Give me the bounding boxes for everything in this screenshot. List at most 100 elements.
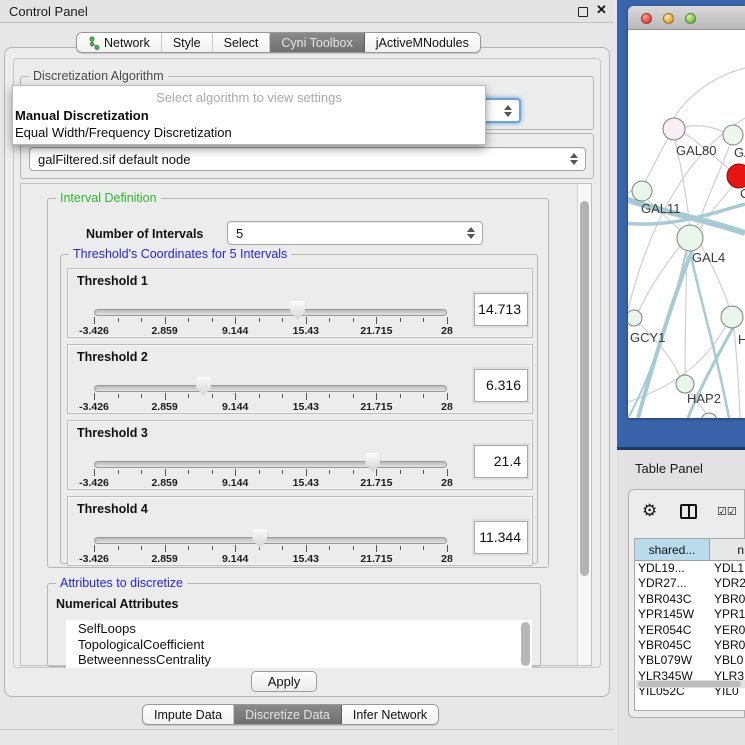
attributes-group-title: Attributes to discretize <box>56 576 187 590</box>
list-item[interactable]: TopologicalCoefficient <box>66 636 532 652</box>
gear-icon[interactable]: ⚙ <box>642 502 657 519</box>
number-of-intervals-label: Number of Intervals <box>86 227 203 241</box>
node-h[interactable] <box>721 306 743 328</box>
tab-network[interactable]: Network <box>77 33 162 52</box>
table-header-row: shared... n <box>635 539 745 561</box>
threshold-value-field[interactable]: 11.344 <box>474 521 528 554</box>
node-label: H <box>738 332 745 347</box>
tab-impute-data[interactable]: Impute Data <box>143 705 234 724</box>
dropdown-option-equal-width[interactable]: Equal Width/Frequency Discretization <box>13 124 485 141</box>
interval-definition-group: Interval Definition Number of Intervals … <box>47 198 549 568</box>
slider-track[interactable] <box>94 309 447 316</box>
discretization-algorithm-group-title: Discretization Algorithm <box>29 69 168 83</box>
node-label: GA <box>734 145 745 160</box>
combo-stepper-icon <box>504 105 512 117</box>
node-label: C <box>740 186 745 201</box>
apply-button[interactable]: Apply <box>251 671 317 692</box>
node-attribute-table: shared... n YDL19... YDL1 YDR27... YDR2 … <box>634 538 745 711</box>
settings-scrollpane: Interval Definition Number of Intervals … <box>20 183 592 666</box>
table-row[interactable]: YBR043C YBR0 <box>635 592 745 607</box>
combo-stepper-icon <box>467 227 475 239</box>
list-item[interactable]: BetweennessCentrality <box>66 651 532 667</box>
node-partial-top[interactable] <box>723 125 743 145</box>
threshold-slider[interactable]: -3.426 2.859 9.144 15.43 21.715 28 <box>94 421 447 491</box>
node-gcy1[interactable] <box>628 310 642 326</box>
thresholds-group-title: Threshold's Coordinates for 5 Intervals <box>69 247 291 261</box>
table-data-combobox[interactable]: galFiltered.sif default node <box>29 147 586 171</box>
threshold-panel: Threshold 2 -3.426 2.859 9.144 15.43 21.… <box>67 344 533 414</box>
thresholds-group: Threshold's Coordinates for 5 Intervals … <box>60 254 538 564</box>
split-columns-icon[interactable] <box>680 504 697 519</box>
close-traffic-light-icon[interactable] <box>641 13 652 24</box>
node-gal11[interactable] <box>632 181 652 201</box>
table-row[interactable]: YBL079W YBL0 <box>635 653 745 668</box>
network-view-window: GAL80 GA C GAL11 GAL4 GCY1 H HAP2 <box>628 6 745 418</box>
interval-definition-title: Interval Definition <box>56 191 161 205</box>
table-row[interactable]: YDR27... YDR2 <box>635 576 745 591</box>
node-gal80[interactable] <box>663 118 685 140</box>
tab-discretize-data[interactable]: Discretize Data <box>234 705 342 724</box>
zoom-traffic-light-icon[interactable] <box>685 13 696 24</box>
float-window-icon[interactable] <box>578 7 588 17</box>
number-of-intervals-combobox[interactable]: 5 <box>227 221 483 245</box>
node-label: GAL4 <box>692 250 725 265</box>
slider-track[interactable] <box>94 385 447 392</box>
table-row[interactable]: YBR045C YBR0 <box>635 638 745 653</box>
table-row[interactable]: YPR145W YPR1 <box>635 607 745 622</box>
list-scrollbar-thumb[interactable] <box>521 622 530 666</box>
slider-track[interactable] <box>94 537 447 544</box>
scrollbar-thumb[interactable] <box>580 201 589 576</box>
slider-scale-labels: -3.426 2.859 9.144 15.43 21.715 28 <box>94 401 447 413</box>
node-label: GAL11 <box>641 201 681 216</box>
threshold-slider[interactable]: -3.426 2.859 9.144 15.43 21.715 28 <box>94 497 447 567</box>
threshold-panel: Threshold 4 -3.426 2.859 9.144 15.43 21.… <box>67 496 533 566</box>
algorithm-dropdown-popup: Select algorithm to view settings Manual… <box>12 85 486 145</box>
control-panel: Control Panel ✕ Network Style Select Cyn… <box>0 0 613 745</box>
network-graph: GAL80 GA C GAL11 GAL4 GCY1 H HAP2 <box>628 30 745 418</box>
attributes-group: Attributes to discretize Numerical Attri… <box>47 583 541 667</box>
minimize-traffic-light-icon[interactable] <box>663 13 674 24</box>
dropdown-prompt: Select algorithm to view settings <box>13 86 485 107</box>
tab-jactivemnodules[interactable]: jActiveMNodules <box>365 33 480 52</box>
combo-stepper-icon <box>570 153 578 165</box>
threshold-value-field[interactable]: 21.4 <box>474 445 528 478</box>
tab-select[interactable]: Select <box>213 33 271 52</box>
control-panel-title: Control Panel <box>9 4 88 19</box>
slider-scale-labels: -3.426 2.859 9.144 15.43 21.715 28 <box>94 477 447 489</box>
threshold-slider[interactable]: -3.426 2.859 9.144 15.43 21.715 28 <box>94 345 447 415</box>
vertical-scrollbar[interactable] <box>577 184 591 665</box>
scrollbar-thumb[interactable] <box>638 681 741 687</box>
table-row[interactable]: YDL19... YDL1 <box>635 561 745 576</box>
table-panel-body: ⚙ ☑☑ shared... n YDL19... YDL1 YDR27... … <box>628 489 745 718</box>
slider-scale-labels: -3.426 2.859 9.144 15.43 21.715 28 <box>94 325 447 337</box>
checkboxes-icon[interactable]: ☑☑ <box>717 505 737 518</box>
table-row[interactable]: YER054C YER0 <box>635 623 745 638</box>
tab-cyni-toolbox[interactable]: Cyni Toolbox <box>270 33 364 52</box>
threshold-value-field[interactable]: 14.713 <box>474 293 528 326</box>
threshold-value-field[interactable]: 6.316 <box>474 369 528 402</box>
network-canvas[interactable]: GAL80 GA C GAL11 GAL4 GCY1 H HAP2 <box>628 30 745 418</box>
node-label: GCY1 <box>630 330 665 345</box>
node-partial-bottom[interactable] <box>701 413 717 418</box>
node-red-selected[interactable] <box>727 164 745 188</box>
threshold-slider[interactable]: -3.426 2.859 9.144 15.43 21.715 28 <box>94 269 447 339</box>
node-label: HAP2 <box>687 391 721 406</box>
node-label: GAL80 <box>676 143 716 158</box>
numerical-attributes-label: Numerical Attributes <box>56 597 178 611</box>
control-panel-tabs: Network Style Select Cyni Toolbox jActiv… <box>76 32 481 53</box>
dropdown-option-manual[interactable]: Manual Discretization <box>13 107 485 124</box>
slider-track[interactable] <box>94 461 447 468</box>
column-header-shared-name[interactable]: shared... <box>635 539 710 560</box>
column-header-name[interactable]: n <box>710 539 745 560</box>
horizontal-scrollbar[interactable] <box>636 680 745 688</box>
network-icon <box>88 36 100 50</box>
slider-scale-labels: -3.426 2.859 9.144 15.43 21.715 28 <box>94 553 447 565</box>
numerical-attributes-list: SelfLoops TopologicalCoefficient Between… <box>66 620 532 668</box>
tab-infer-network[interactable]: Infer Network <box>342 705 438 724</box>
table-panel-title: Table Panel <box>635 461 703 476</box>
node-gal4[interactable] <box>677 225 703 251</box>
tab-style[interactable]: Style <box>162 33 213 52</box>
close-icon[interactable]: ✕ <box>596 2 607 18</box>
network-window-titlebar[interactable] <box>628 6 745 30</box>
list-item[interactable]: SelfLoops <box>66 620 532 636</box>
